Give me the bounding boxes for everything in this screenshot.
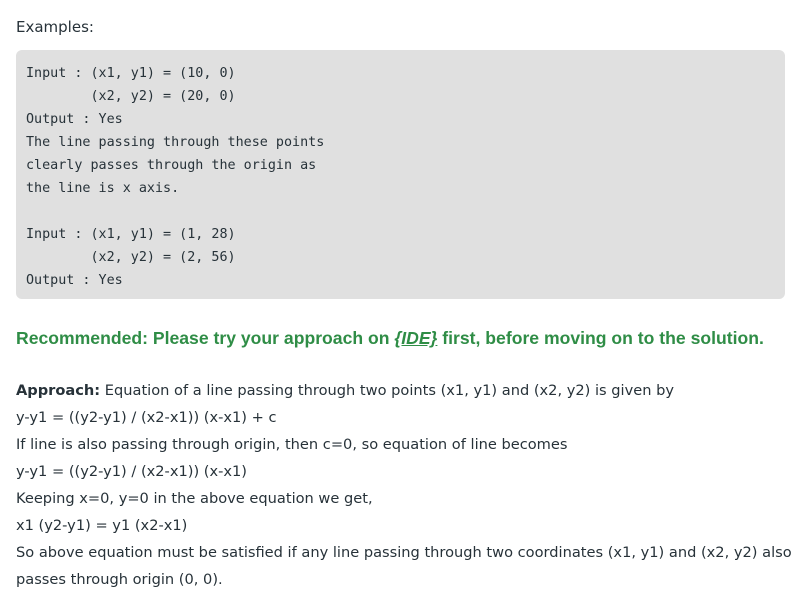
ide-link[interactable]: {IDE} (394, 328, 437, 348)
recommended-note: Recommended: Please try your approach on… (16, 325, 764, 351)
equation-with-constant: y-y1 = ((y2-y1) / (x2-x1)) (x-x1) + c (16, 409, 277, 426)
examples-label: Examples: (16, 18, 94, 36)
approach-intro: Equation of a line passing through two p… (100, 382, 675, 399)
code-example: Input : (x1, y1) = (10, 0) (x2, y2) = (2… (26, 66, 325, 288)
conclusion-text-continued: passes through origin (0, 0). (16, 571, 223, 588)
substitution-text: Keeping x=0, y=0 in the above equation w… (16, 490, 373, 507)
final-condition-equation: x1 (y2-y1) = y1 (x2-x1) (16, 517, 188, 534)
approach-section: Approach: Equation of a line passing thr… (16, 377, 792, 593)
approach-label: Approach: (16, 382, 101, 399)
code-example-box: Input : (x1, y1) = (10, 0) (x2, y2) = (2… (16, 50, 785, 299)
recommended-prefix: Recommended: Please try your approach on (16, 328, 395, 348)
recommended-suffix: first, before moving on to the solution. (437, 328, 764, 348)
origin-condition-text: If line is also passing through origin, … (16, 436, 568, 453)
equation-through-origin: y-y1 = ((y2-y1) / (x2-x1)) (x-x1) (16, 463, 247, 480)
conclusion-text: So above equation must be satisfied if a… (16, 544, 792, 561)
approach-intro-line: Approach: Equation of a line passing thr… (16, 377, 786, 404)
